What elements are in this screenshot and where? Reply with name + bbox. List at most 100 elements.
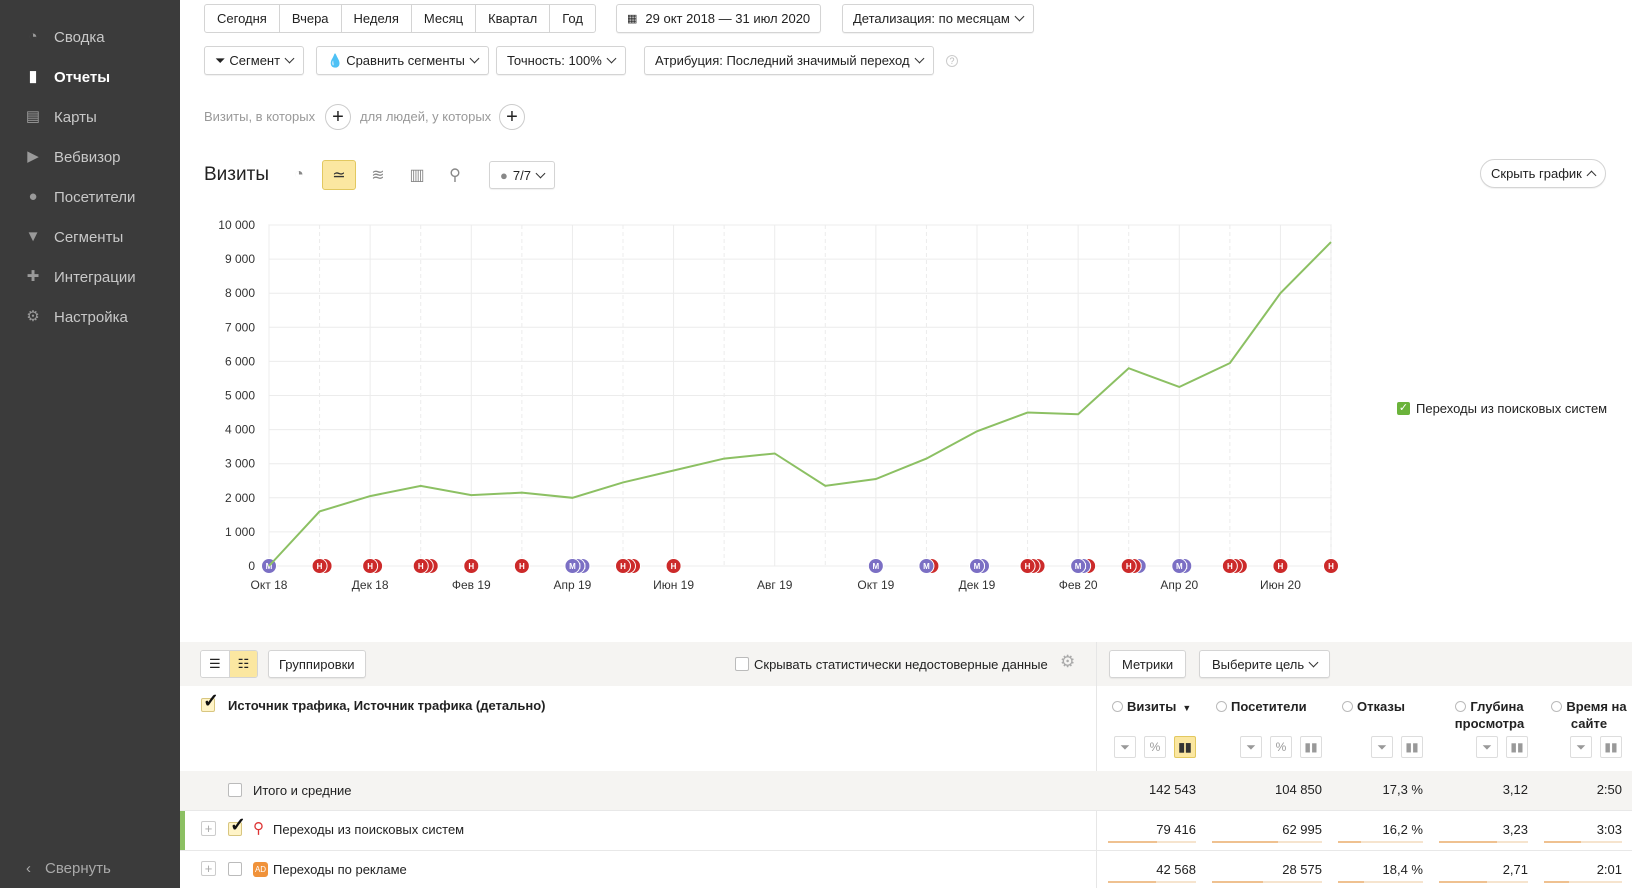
filter-icon[interactable]: ⏷ [1476,736,1498,758]
area-chart-icon[interactable]: ≋ [361,160,395,190]
data-point[interactable] [1076,412,1080,416]
settings-gear-icon[interactable]: ⚙ [1060,652,1075,672]
data-point[interactable] [1177,385,1181,389]
pie-chart-icon[interactable]: ◔ [282,160,316,190]
column-header-1[interactable]: Посетители [1216,698,1330,715]
data-point[interactable] [1127,366,1131,370]
legend-checkbox[interactable]: ✓ [1397,402,1410,415]
data-point[interactable] [975,429,979,433]
column-header-3[interactable]: Глубина просмотра [1443,698,1536,732]
column-header-4[interactable]: Время на сайте [1548,698,1630,732]
annotation-marker[interactable]: М [867,558,884,574]
period-5[interactable]: Год [550,5,595,32]
data-point[interactable] [924,457,928,461]
bar-mini-icon[interactable]: ▮▮ [1174,736,1196,758]
annotation-marker[interactable]: Н [1120,558,1137,574]
data-point[interactable] [318,509,322,513]
map-pin-icon[interactable]: ⚲ [438,160,472,190]
period-2[interactable]: Неделя [342,5,412,32]
bar-mini-icon[interactable]: ▮▮ [1506,736,1528,758]
list-view-icon[interactable]: ☰ [201,651,230,677]
accuracy-dropdown[interactable]: Точность: 100% [496,46,626,75]
sidebar-item-4[interactable]: ● Посетители [24,188,135,206]
help-icon[interactable] [1112,701,1123,712]
period-1[interactable]: Вчера [280,5,342,32]
data-point[interactable] [823,484,827,488]
sidebar-item-7[interactable]: ⚙ Настройка [24,308,128,326]
sidebar-item-5[interactable]: ▼ Сегменты [24,228,124,246]
bar-mini-icon[interactable]: ▮▮ [1401,736,1423,758]
total-checkbox[interactable] [228,783,242,797]
percent-icon[interactable]: % [1270,736,1292,758]
annotation-marker[interactable]: Н [463,558,480,574]
data-point[interactable] [1228,361,1232,365]
row-checkbox[interactable] [228,814,246,837]
detail-dropdown[interactable]: Детализация: по месяцам [842,4,1034,33]
expand-row-button[interactable]: + [201,861,216,876]
annotation-marker[interactable]: Н [311,558,328,574]
tree-view-icon[interactable]: ☷ [229,651,258,677]
data-point[interactable] [722,457,726,461]
annotation-marker[interactable]: Н [1019,558,1036,574]
collapse-sidebar-button[interactable]: ‹ Свернуть [26,860,111,877]
bar-mini-icon[interactable]: ▮▮ [1600,736,1622,758]
filter-icon[interactable]: ⏷ [1240,736,1262,758]
annotation-marker[interactable]: М [918,558,935,574]
help-icon[interactable]: ? [946,55,958,67]
expand-row-button[interactable]: + [201,821,216,836]
dimension-checkbox[interactable] [201,690,219,713]
hide-chart-button[interactable]: Скрыть график [1480,159,1606,188]
data-point[interactable] [672,469,676,473]
bar-mini-icon[interactable]: ▮▮ [1300,736,1322,758]
annotation-marker[interactable]: Н [1323,558,1339,574]
period-0[interactable]: Сегодня [205,5,280,32]
column-header-0[interactable]: Визиты ▼ [1112,698,1204,717]
line-chart-icon[interactable]: ≃ [322,160,356,190]
annotation-marker[interactable]: Н [362,558,379,574]
sort-desc-icon[interactable]: ▼ [1182,703,1191,713]
data-point[interactable] [469,493,473,497]
data-point[interactable] [773,451,777,455]
bar-chart-icon[interactable]: ▥ [400,160,434,190]
filter-icon[interactable]: ⏷ [1114,736,1136,758]
data-point[interactable] [419,484,423,488]
row-checkbox[interactable] [228,862,242,876]
data-point[interactable] [520,491,524,495]
annotation-marker[interactable]: Н [1221,558,1238,574]
annotation-marker[interactable]: М [1171,558,1188,574]
sidebar-item-3[interactable]: ▶ Вебвизор [24,148,120,166]
chart-legend[interactable]: ✓ Переходы из поисковых систем [1397,401,1607,416]
help-icon[interactable] [1551,701,1563,712]
hide-unreliable-checkbox[interactable] [735,657,749,671]
data-point[interactable] [1329,240,1333,244]
filter-icon[interactable]: ⏷ [1570,736,1592,758]
percent-icon[interactable]: % [1144,736,1166,758]
data-point[interactable] [1026,411,1030,415]
metrics-button[interactable]: Метрики [1109,650,1187,678]
period-4[interactable]: Квартал [476,5,551,32]
annotation-marker[interactable]: М [1070,558,1087,574]
annotation-marker[interactable]: Н [665,558,682,574]
sidebar-item-2[interactable]: ▤ Карты [24,108,97,126]
annotation-marker[interactable]: Н [1272,558,1289,574]
segment-dropdown[interactable]: ⏷ Сегмент [204,46,305,75]
date-range-button[interactable]: ▦ 29 окт 2018 — 31 июл 2020 [616,4,822,33]
column-header-2[interactable]: Отказы [1342,698,1431,715]
annotation-marker[interactable]: Н [412,558,429,574]
data-point[interactable] [1278,291,1282,295]
row-label[interactable]: Переходы по рекламе [273,862,407,877]
annotation-marker[interactable]: Н [615,558,631,574]
help-icon[interactable] [1216,701,1227,712]
sidebar-item-1[interactable]: ▮ Отчеты [24,68,110,86]
annotations-dropdown[interactable]: ● 7/7 [489,161,555,189]
help-icon[interactable] [1455,701,1467,712]
data-point[interactable] [267,564,271,568]
help-icon[interactable] [1342,701,1353,712]
row-label[interactable]: Переходы из поисковых систем [273,822,464,837]
attribution-dropdown[interactable]: Атрибуция: Последний значимый переход [644,46,934,75]
annotation-marker[interactable]: Н [513,558,530,574]
annotation-marker[interactable]: М [969,558,985,574]
filter-icon[interactable]: ⏷ [1371,736,1393,758]
sidebar-item-0[interactable]: ◔ Сводка [24,28,104,46]
add-people-filter-button[interactable]: + [499,104,525,130]
